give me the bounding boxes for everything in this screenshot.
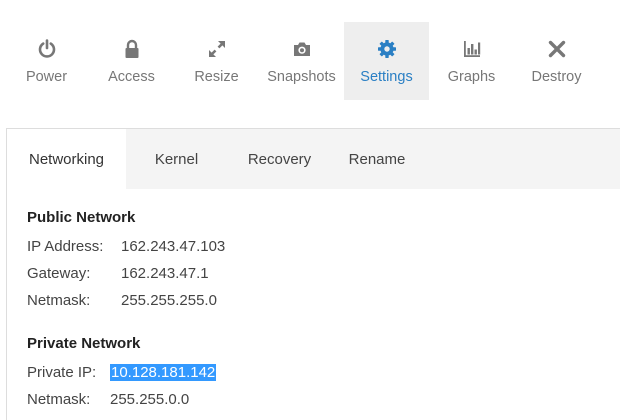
tab-networking[interactable]: Networking	[7, 129, 126, 189]
public-network-section: Public Network IP Address: 162.243.47.10…	[27, 209, 620, 314]
bar-chart-icon	[461, 38, 483, 60]
access-button[interactable]: Access	[89, 22, 174, 100]
settings-label: Settings	[360, 69, 413, 85]
settings-panel: Networking Kernel Recovery Rename Public…	[6, 128, 620, 420]
close-icon	[546, 38, 568, 60]
gear-icon	[376, 38, 398, 60]
graphs-label: Graphs	[447, 69, 496, 85]
tab-kernel[interactable]: Kernel	[126, 129, 227, 189]
private-netmask-label: Netmask:	[27, 391, 91, 408]
private-ip-row: Private IP: 10.128.181.142	[27, 359, 620, 386]
private-ip-label: Private IP:	[27, 364, 97, 381]
destroy-label: Destroy	[531, 69, 582, 85]
power-button[interactable]: Power	[4, 22, 89, 100]
camera-icon	[291, 38, 313, 60]
graphs-button[interactable]: Graphs	[429, 22, 514, 100]
destroy-button[interactable]: Destroy	[514, 22, 599, 100]
private-network-section: Private Network Private IP: 10.128.181.1…	[27, 335, 620, 413]
gateway-row: Gateway: 162.243.47.1	[27, 260, 620, 287]
private-netmask-row: Netmask: 255.255.0.0	[27, 386, 620, 413]
power-icon	[36, 38, 58, 60]
tab-recovery[interactable]: Recovery	[227, 129, 332, 189]
gateway-label: Gateway:	[27, 265, 91, 282]
networking-content: Public Network IP Address: 162.243.47.10…	[7, 189, 620, 413]
public-netmask-row: Netmask: 255.255.255.0	[27, 287, 620, 314]
snapshots-label: Snapshots	[267, 69, 336, 85]
public-ip-value[interactable]: 162.243.47.103	[121, 238, 225, 255]
public-netmask-label: Netmask:	[27, 292, 91, 309]
public-ip-row: IP Address: 162.243.47.103	[27, 233, 620, 260]
resize-icon	[206, 38, 228, 60]
gateway-value[interactable]: 162.243.47.1	[121, 265, 209, 282]
resize-button[interactable]: Resize	[174, 22, 259, 100]
lock-icon	[121, 38, 143, 60]
power-label: Power	[25, 69, 68, 85]
private-netmask-value[interactable]: 255.255.0.0	[110, 391, 189, 408]
settings-subtabs: Networking Kernel Recovery Rename	[7, 129, 620, 189]
private-network-title: Private Network	[27, 335, 141, 352]
settings-button[interactable]: Settings	[344, 22, 429, 100]
resize-label: Resize	[194, 69, 239, 85]
public-ip-label: IP Address:	[27, 238, 104, 255]
snapshots-button[interactable]: Snapshots	[259, 22, 344, 100]
private-ip-value[interactable]: 10.128.181.142	[110, 364, 217, 381]
public-netmask-value[interactable]: 255.255.255.0	[121, 292, 217, 309]
tab-rename[interactable]: Rename	[332, 129, 422, 189]
access-label: Access	[108, 69, 155, 85]
public-network-title: Public Network	[27, 209, 136, 226]
droplet-toolbar: Power Access Resize Snapshots Settings G…	[4, 22, 599, 100]
